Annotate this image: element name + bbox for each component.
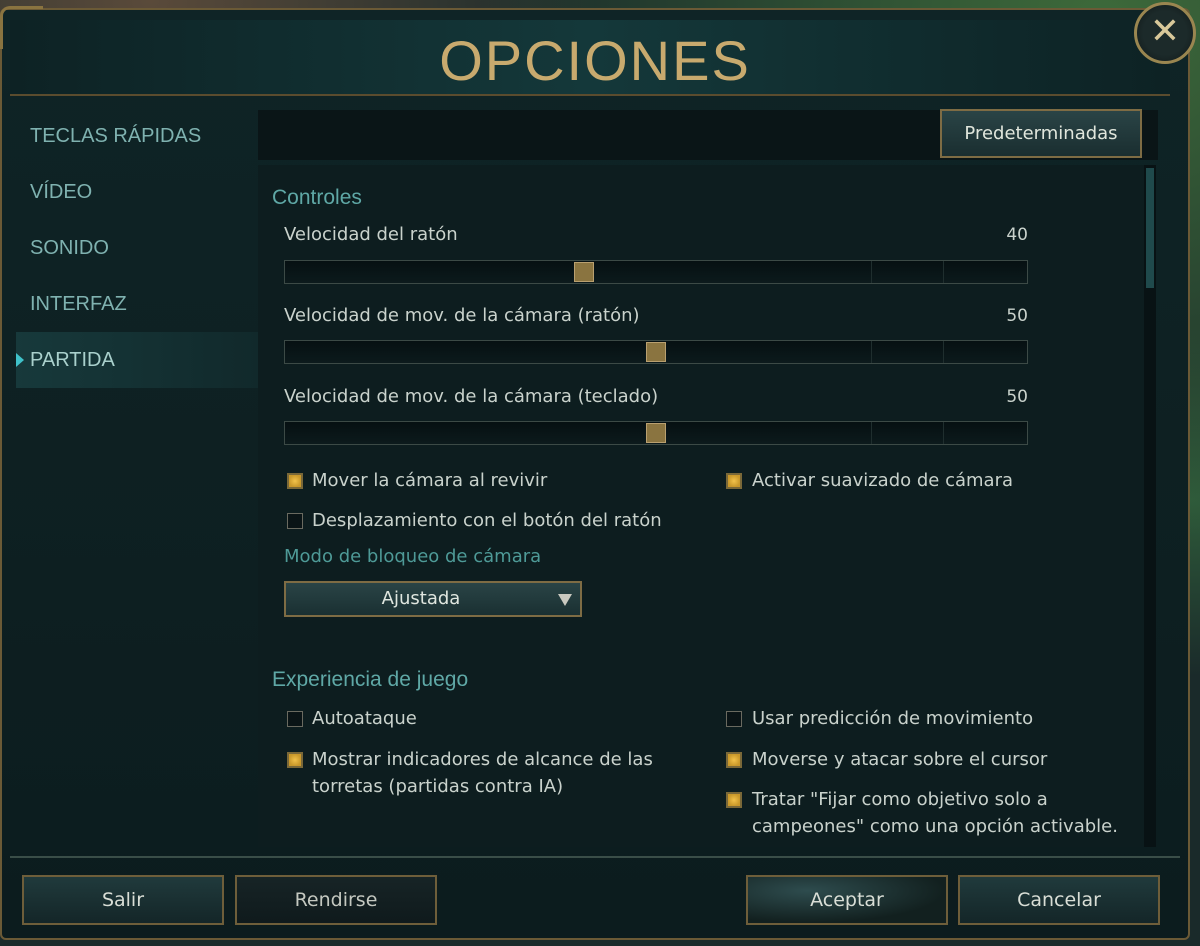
sidebar-item-hotkeys[interactable]: TECLAS RÁPIDAS bbox=[16, 108, 258, 164]
autoattack-checkbox[interactable] bbox=[287, 711, 303, 727]
slider-tick bbox=[871, 341, 872, 363]
movement-prediction-checkbox[interactable] bbox=[726, 711, 742, 727]
camera-lock-mode-label: Modo de bloqueo de cámara bbox=[284, 546, 542, 567]
slider-tick bbox=[943, 422, 944, 444]
mouse-button-scroll-checkbox[interactable] bbox=[287, 513, 303, 529]
target-champions-toggle-label-line2: campeones" como una opción activable. bbox=[752, 816, 1118, 837]
slider-tick bbox=[943, 341, 944, 363]
turret-range-indicators-label-line1: Mostrar indicadores de alcance de las bbox=[312, 749, 653, 770]
movement-prediction-label: Usar predicción de movimiento bbox=[752, 708, 1034, 729]
attack-move-cursor-checkbox[interactable] bbox=[726, 752, 742, 768]
mouse-button-scroll-label: Desplazamiento con el botón del ratón bbox=[312, 510, 662, 531]
camera-smoothing-label: Activar suavizado de cámara bbox=[752, 470, 1014, 491]
camera-mouse-speed-value: 50 bbox=[1006, 306, 1028, 326]
exit-button[interactable]: Salir bbox=[22, 875, 224, 925]
turret-range-indicators-label-line2: torretas (partidas contra IA) bbox=[312, 776, 564, 797]
slider-tick bbox=[871, 261, 872, 283]
chevron-down-icon bbox=[558, 594, 572, 606]
close-icon: ✕ bbox=[1149, 11, 1181, 52]
target-champions-toggle-label-line1: Tratar "Fijar como objetivo solo a bbox=[752, 789, 1048, 810]
slider-thumb[interactable] bbox=[646, 342, 666, 362]
sidebar-item-game[interactable]: PARTIDA bbox=[16, 332, 258, 388]
move-camera-on-revive-label: Mover la cámara al revivir bbox=[312, 470, 548, 491]
mouse-speed-value: 40 bbox=[1006, 225, 1028, 245]
footer-divider bbox=[10, 856, 1180, 858]
camera-lock-mode-dropdown[interactable]: Ajustada bbox=[284, 581, 582, 617]
attack-move-cursor-label: Moverse y atacar sobre el cursor bbox=[752, 749, 1048, 770]
target-champions-toggle-checkbox[interactable] bbox=[726, 792, 742, 808]
mouse-speed-label: Velocidad del ratón bbox=[284, 224, 458, 245]
camera-smoothing-checkbox[interactable] bbox=[726, 473, 742, 489]
sidebar-item-video[interactable]: VÍDEO bbox=[16, 164, 258, 220]
camera-keyboard-speed-slider[interactable] bbox=[284, 421, 1028, 445]
window-title: OPCIONES bbox=[439, 29, 751, 92]
accept-button[interactable]: Aceptar bbox=[746, 875, 948, 925]
slider-tick bbox=[943, 261, 944, 283]
camera-lock-mode-value: Ajustada bbox=[381, 588, 461, 609]
camera-keyboard-speed-label: Velocidad de mov. de la cámara (teclado) bbox=[284, 386, 659, 407]
scrollbar-thumb[interactable] bbox=[1146, 168, 1154, 288]
camera-mouse-speed-slider[interactable] bbox=[284, 340, 1028, 364]
turret-range-indicators-checkbox[interactable] bbox=[287, 752, 303, 768]
cancel-button[interactable]: Cancelar bbox=[958, 875, 1160, 925]
sidebar: TECLAS RÁPIDAS VÍDEO SONIDO INTERFAZ PAR… bbox=[16, 108, 258, 388]
surrender-button[interactable]: Rendirse bbox=[235, 875, 437, 925]
camera-mouse-speed-label: Velocidad de mov. de la cámara (ratón) bbox=[284, 305, 640, 326]
camera-keyboard-speed-value: 50 bbox=[1006, 387, 1028, 407]
section-title-gameplay: Experiencia de juego bbox=[272, 668, 469, 691]
slider-tick bbox=[871, 422, 872, 444]
sidebar-item-sound[interactable]: SONIDO bbox=[16, 220, 258, 276]
mouse-speed-slider[interactable] bbox=[284, 260, 1028, 284]
move-camera-on-revive-checkbox[interactable] bbox=[287, 473, 303, 489]
close-button[interactable]: ✕ bbox=[1134, 2, 1196, 64]
defaults-button[interactable]: Predeterminadas bbox=[940, 109, 1142, 158]
section-title-controls: Controles bbox=[272, 186, 362, 209]
autoattack-label: Autoataque bbox=[312, 708, 417, 729]
slider-thumb[interactable] bbox=[574, 262, 594, 282]
slider-thumb[interactable] bbox=[646, 423, 666, 443]
sidebar-item-interface[interactable]: INTERFAZ bbox=[16, 276, 258, 332]
